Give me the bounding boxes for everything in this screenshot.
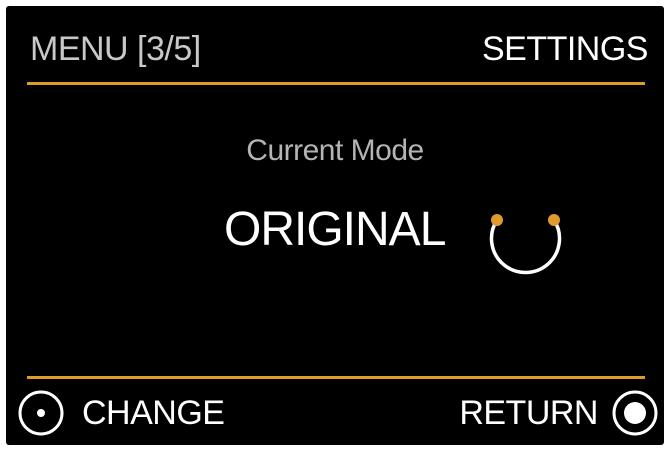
arc-mode-icon — [489, 214, 562, 275]
menu-position-indicator: MENU [3/5] — [30, 30, 201, 68]
small-dot-button-icon — [18, 390, 64, 436]
arc-end-dot-left — [491, 214, 503, 226]
return-button[interactable]: RETURN — [459, 390, 658, 436]
header-divider — [27, 82, 645, 85]
current-mode-label: Current Mode — [246, 134, 424, 167]
arc-end-dot-right — [548, 214, 560, 226]
return-label: RETURN — [459, 393, 598, 432]
section-title: SETTINGS — [481, 30, 649, 68]
mode-arc — [489, 218, 562, 275]
footer-divider — [27, 376, 645, 379]
current-mode-value: ORIGINAL — [224, 203, 446, 256]
change-label: CHANGE — [82, 393, 225, 432]
large-dot-button-icon — [612, 390, 658, 436]
change-button[interactable]: CHANGE — [18, 390, 225, 436]
device-screen: MENU [3/5] SETTINGS Current Mode ORIGINA… — [6, 6, 664, 445]
